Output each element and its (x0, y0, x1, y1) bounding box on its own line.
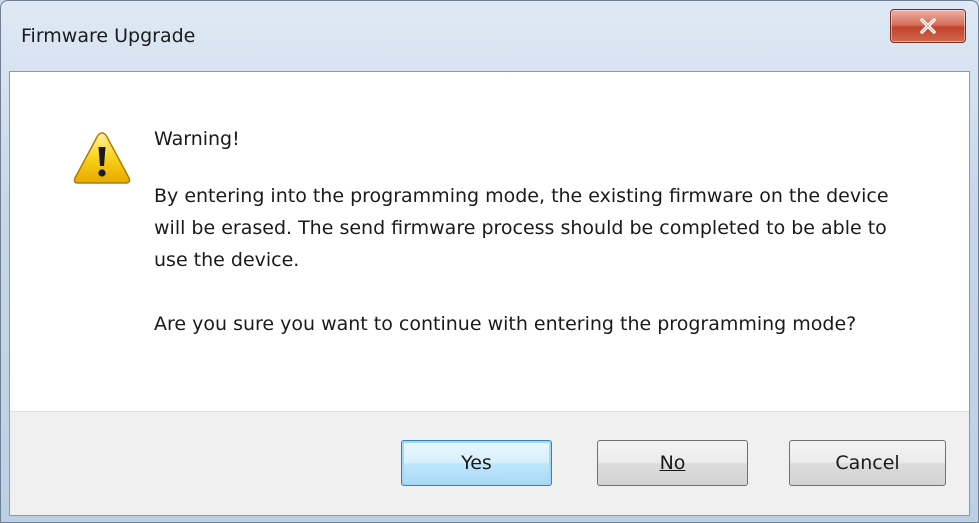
no-button-label: No (659, 452, 686, 474)
warning-heading: Warning! (154, 128, 240, 150)
yes-button[interactable]: Yes (401, 440, 552, 486)
cancel-button-label: Cancel (835, 452, 900, 474)
warning-message: By entering into the programming mode, t… (154, 185, 889, 271)
no-button[interactable]: No (597, 440, 748, 486)
dialog-body: Warning! By entering into the programmin… (9, 71, 970, 516)
close-button[interactable] (890, 9, 966, 43)
yes-button-label: Yes (461, 452, 492, 474)
message-area: Warning! By entering into the programmin… (10, 72, 969, 413)
close-icon (920, 18, 936, 34)
window-title: Firmware Upgrade (21, 25, 196, 47)
warning-triangle-icon (73, 132, 131, 184)
title-bar[interactable]: Firmware Upgrade (1, 1, 978, 69)
confirmation-question: Are you sure you want to continue with e… (154, 313, 857, 335)
button-bar: Yes No Cancel (10, 411, 969, 515)
dialog-window: Firmware Upgrade Warning! By entering in… (0, 0, 979, 523)
cancel-button[interactable]: Cancel (789, 440, 946, 486)
